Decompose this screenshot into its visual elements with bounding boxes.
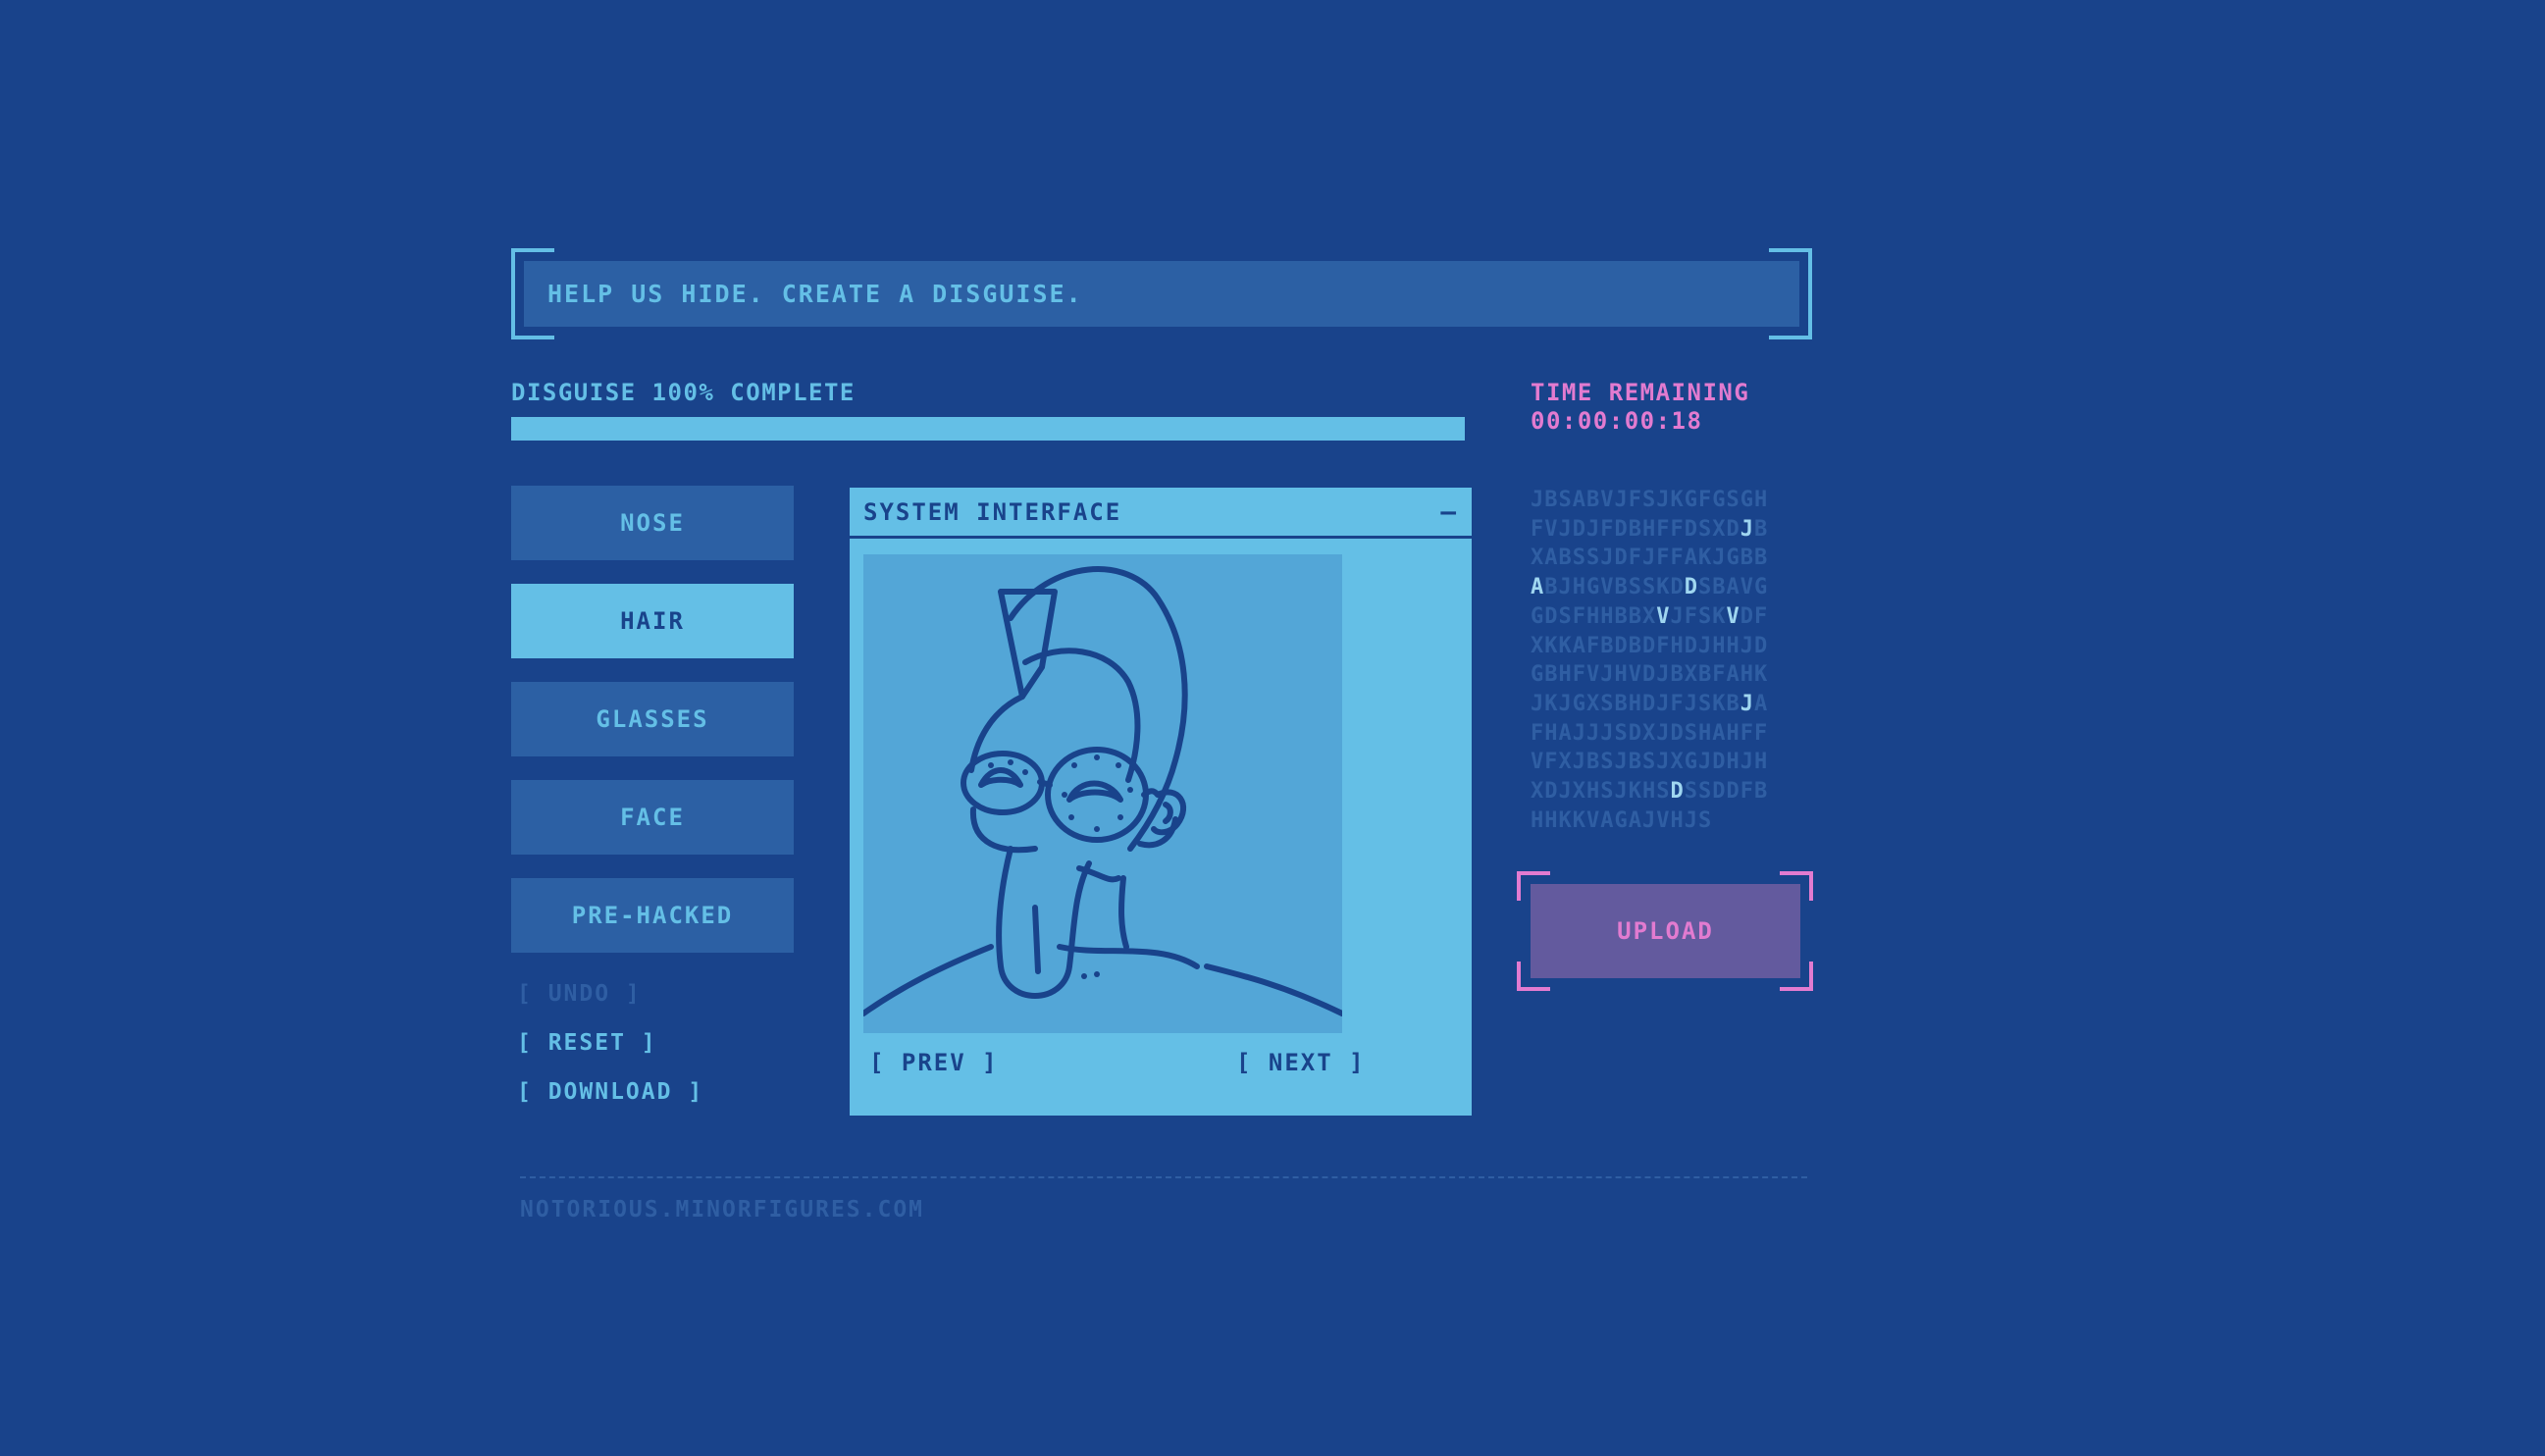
code-line: XABSSJDFJFFAKJGBB: [1531, 546, 1769, 571]
code-line: JBSABVJFSJKGFGSGH: [1531, 488, 1769, 512]
category-button-nose[interactable]: NOSE: [511, 486, 794, 560]
code-line: XKKAFBDBDFHDJHHJD: [1531, 633, 1769, 658]
banner-frame: HELP US HIDE. CREATE A DISGUISE.: [511, 248, 1812, 339]
system-interface-window: SYSTEM INTERFACE – [PREV] [NEXT]: [850, 488, 1472, 1116]
progress-fill: [511, 417, 1465, 441]
category-button-face[interactable]: FACE: [511, 780, 794, 855]
progress-label: DISGUISE 100% COMPLETE: [511, 379, 856, 406]
window-title: SYSTEM INTERFACE: [863, 497, 1122, 526]
category-button-hair[interactable]: HAIR: [511, 584, 794, 658]
code-line: XDJXHSJKHSDSSDDFB: [1531, 779, 1769, 805]
scrambled-code-block: JBSABVJFSJKGFGSGH FVJDJFDBHFFDSXDJB XABSSJ…: [1531, 486, 1768, 835]
avatar-preview: [863, 554, 1342, 1033]
code-line: GBHFVJHVDJBXBFAHK: [1531, 662, 1769, 688]
upload-button[interactable]: UPLOAD: [1531, 884, 1800, 978]
disguise-avatar-illustration: [863, 566, 1342, 1016]
upload-frame: UPLOAD: [1517, 871, 1813, 991]
footer-divider: [520, 1176, 1807, 1178]
time-remaining-label: TIME REMAINING: [1531, 379, 1750, 406]
code-line: JKJGXSBHDJFJSKBJA: [1531, 691, 1769, 716]
undo-button[interactable]: [ UNDO ]: [517, 981, 642, 1007]
reset-button[interactable]: [ RESET ]: [517, 1030, 657, 1056]
prev-button[interactable]: [ PREV ]: [869, 1049, 999, 1076]
time-remaining-value: 00:00:00:18: [1531, 407, 1703, 435]
banner-text: HELP US HIDE. CREATE A DISGUISE.: [524, 261, 1799, 327]
category-button-glasses[interactable]: GLASSES: [511, 682, 794, 756]
code-line: FVJDJFDBHFFDSXDJB: [1531, 516, 1769, 542]
download-button[interactable]: [ DOWNLOAD ]: [517, 1079, 703, 1105]
footer-link[interactable]: NOTORIOUS.MINORFIGURES.COM: [520, 1197, 924, 1222]
code-line: GDSFHHBBXVJFSKVDF: [1531, 603, 1769, 629]
category-button-pre-hacked[interactable]: PRE-HACKED: [511, 878, 794, 953]
code-line: HHKKVAGAJVHJS: [1531, 807, 1713, 833]
minimize-icon[interactable]: –: [1440, 497, 1458, 527]
code-line: ABJHGVBSSKDDSBAVG: [1531, 575, 1769, 600]
window-titlebar: SYSTEM INTERFACE –: [850, 488, 1472, 539]
code-line: VFXJBSJBSJXGJDHJH: [1531, 750, 1769, 775]
next-button[interactable]: [ NEXT ]: [1236, 1049, 1366, 1076]
progress-bar: [511, 417, 1465, 441]
code-line: FHAJJJSDXJDSHAHFF: [1531, 720, 1769, 746]
